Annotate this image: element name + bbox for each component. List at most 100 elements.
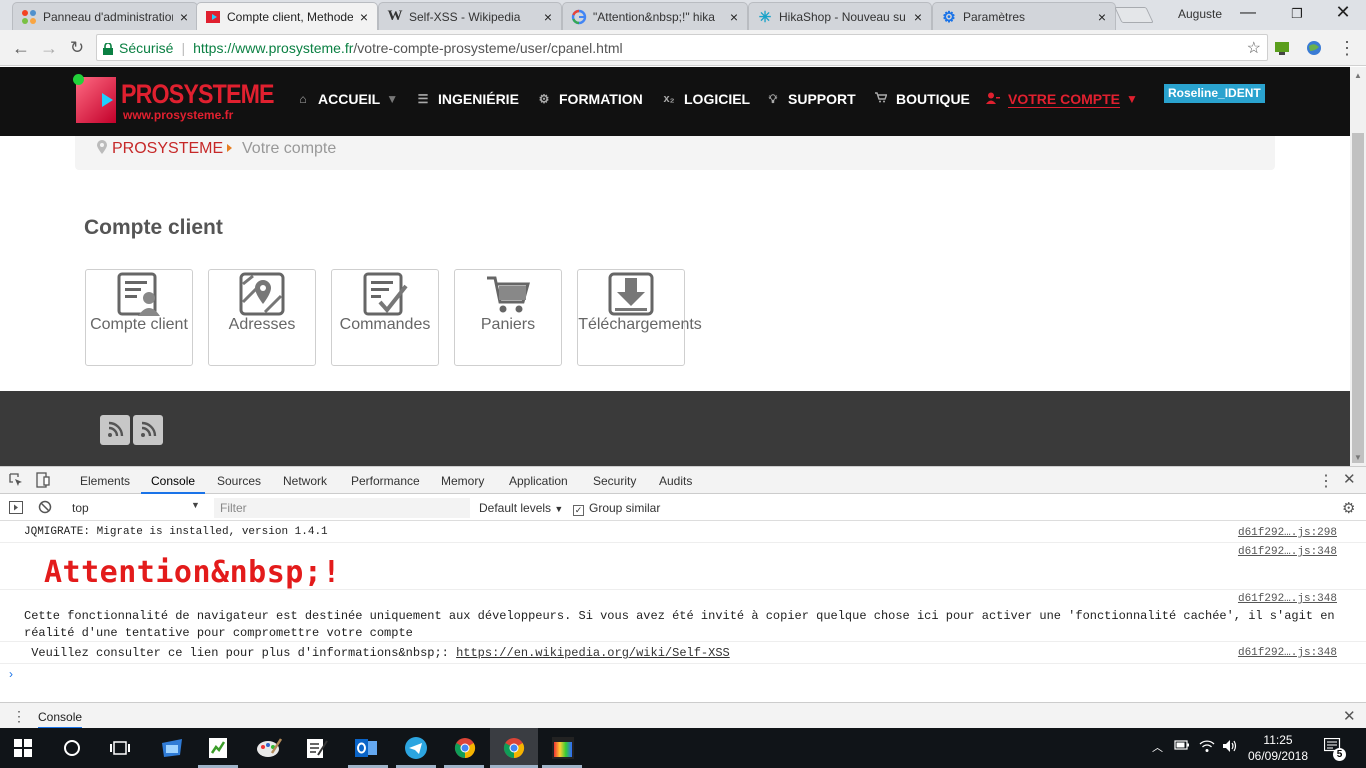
- close-tab-icon[interactable]: ×: [541, 9, 555, 25]
- customer-account-icon: [116, 272, 162, 316]
- console-settings-gear-icon[interactable]: ⚙: [1342, 499, 1355, 517]
- device-toolbar-icon[interactable]: [36, 472, 50, 491]
- console-source-link[interactable]: d61f292….js:348: [1238, 647, 1337, 659]
- close-tab-icon[interactable]: ×: [177, 9, 191, 25]
- tile-telechargements[interactable]: Téléchargements: [577, 269, 702, 366]
- new-tab-button[interactable]: [1114, 7, 1154, 23]
- drawer-menu-icon[interactable]: ⋮: [12, 708, 26, 725]
- devtools-tab-audits[interactable]: Audits: [659, 474, 692, 488]
- tile-commandes[interactable]: Commandes: [331, 269, 439, 366]
- profile-name[interactable]: Auguste: [1178, 7, 1222, 21]
- rss-icon[interactable]: [133, 415, 163, 445]
- console-filter-input[interactable]: Filter: [214, 498, 470, 518]
- browser-tab[interactable]: W Self-XSS - Wikipedia ×: [378, 2, 562, 30]
- windows-taskbar: ︿ 11:25 06/09/2018 5: [0, 728, 1366, 768]
- scrollbar-thumb[interactable]: [1352, 133, 1364, 463]
- volume-icon[interactable]: [1222, 739, 1238, 756]
- notepad-plus-icon[interactable]: [206, 737, 230, 759]
- devtools-tab-elements[interactable]: Elements: [80, 474, 130, 488]
- chrome-icon[interactable]: [454, 737, 478, 759]
- reload-icon[interactable]: ↻: [66, 37, 88, 59]
- close-tab-icon[interactable]: ×: [1095, 9, 1109, 25]
- extension-monitor-icon[interactable]: [1273, 39, 1291, 57]
- console-source-link[interactable]: d61f292….js:348: [1238, 546, 1337, 558]
- studio-app-icon[interactable]: [552, 737, 576, 759]
- site-logo[interactable]: PROSYSTEME www.prosysteme.fr: [73, 74, 275, 125]
- devtools-close-icon[interactable]: ✕: [1343, 470, 1356, 488]
- secure-label: Sécurisé: [119, 39, 174, 56]
- devtools-menu-icon[interactable]: ⋮: [1318, 471, 1334, 491]
- tile-compte-client[interactable]: Compte client: [85, 269, 193, 366]
- breadcrumb-home-link[interactable]: PROSYSTEME: [112, 140, 223, 158]
- browser-tab-title: Paramètres: [963, 9, 1026, 24]
- devtools-tab-performance[interactable]: Performance: [351, 474, 420, 488]
- user-badge[interactable]: Roseline_IDENT: [1164, 84, 1265, 103]
- forward-icon[interactable]: →: [38, 37, 60, 59]
- close-window-icon[interactable]: ✕: [1333, 2, 1353, 22]
- drawer-tab-console[interactable]: Console: [38, 710, 83, 729]
- outlook-icon[interactable]: [354, 737, 378, 759]
- context-dropdown-icon[interactable]: ▼: [191, 500, 200, 510]
- telegram-icon[interactable]: [404, 737, 428, 759]
- page-scrollbar[interactable]: ▲ ▼: [1350, 67, 1366, 466]
- browser-tab[interactable]: Compte client, Methode ×: [196, 2, 378, 30]
- back-icon[interactable]: ←: [10, 37, 32, 59]
- windows-start-icon[interactable]: [14, 739, 38, 761]
- system-clock[interactable]: 11:25 06/09/2018: [1246, 732, 1310, 764]
- tray-chevron-up-icon[interactable]: ︿: [1152, 739, 1163, 755]
- browser-tab[interactable]: ✳ HikaShop - Nouveau su ×: [748, 2, 932, 30]
- group-similar-checkbox[interactable]: ✓: [573, 505, 584, 516]
- scroll-up-icon[interactable]: ▲: [1354, 71, 1362, 80]
- chrome-active-icon[interactable]: [503, 737, 527, 759]
- browser-tab[interactable]: ⚙ Paramètres ×: [932, 2, 1116, 30]
- console-link[interactable]: https://en.wikipedia.org/wiki/Self-XSS: [456, 646, 730, 660]
- group-similar-toggle[interactable]: ✓ Group similar: [573, 501, 660, 516]
- tile-paniers[interactable]: Paniers: [454, 269, 562, 366]
- bookmark-star-icon[interactable]: ☆: [1247, 38, 1261, 58]
- browser-menu-icon[interactable]: ⋮: [1336, 37, 1358, 59]
- rss-icon[interactable]: [100, 415, 130, 445]
- close-tab-icon[interactable]: ×: [727, 9, 741, 25]
- close-tab-icon[interactable]: ×: [911, 9, 925, 25]
- devtools-tab-security[interactable]: Security: [593, 474, 636, 488]
- restore-icon[interactable]: ❐: [1287, 6, 1307, 26]
- devtools-tab-memory[interactable]: Memory: [441, 474, 484, 488]
- devtools-tab-application[interactable]: Application: [509, 474, 568, 488]
- context-selector[interactable]: top: [72, 501, 89, 515]
- levels-dropdown-icon: ▼: [554, 504, 564, 514]
- browser-tab[interactable]: "Attention&nbsp;!" hika ×: [562, 2, 748, 30]
- devtools-tab-console[interactable]: Console: [140, 474, 206, 494]
- menu-item-logiciel[interactable]: x₂ LOGICIEL: [662, 89, 750, 109]
- address-bar[interactable]: Sécurisé | https://www.prosysteme.fr/vot…: [96, 34, 1268, 61]
- clear-console-icon[interactable]: [38, 500, 52, 517]
- menu-item-ingenierie[interactable]: ☰ INGENIÉRIE: [416, 89, 519, 109]
- console-source-link[interactable]: d61f292….js:298: [1238, 527, 1337, 539]
- task-view-icon[interactable]: [110, 739, 134, 761]
- menu-item-boutique[interactable]: BOUTIQUE: [874, 89, 970, 109]
- battery-icon[interactable]: [1174, 739, 1190, 754]
- editor-icon[interactable]: [304, 737, 328, 759]
- scroll-down-icon[interactable]: ▼: [1354, 453, 1362, 462]
- tile-adresses[interactable]: Adresses: [208, 269, 316, 366]
- menu-item-support[interactable]: 💡︎ SUPPORT: [766, 89, 856, 109]
- close-tab-icon[interactable]: ×: [357, 9, 371, 25]
- console-source-link[interactable]: d61f292….js:348: [1238, 593, 1337, 605]
- devtools-tab-sources[interactable]: Sources: [217, 474, 261, 488]
- file-explorer-icon[interactable]: [160, 737, 184, 759]
- console-prompt-icon[interactable]: ›: [9, 667, 13, 681]
- cortana-search-icon[interactable]: [62, 738, 86, 760]
- paint-icon[interactable]: [256, 737, 283, 759]
- devtools-tab-network[interactable]: Network: [283, 474, 327, 488]
- wifi-icon[interactable]: [1199, 739, 1215, 756]
- menu-item-votre-compte[interactable]: VOTRE COMPTE ▼: [986, 89, 1138, 109]
- menu-item-formation[interactable]: ⚙ FORMATION: [537, 89, 643, 109]
- orders-checklist-icon: [362, 272, 408, 316]
- extension-globe-icon[interactable]: [1305, 39, 1323, 57]
- browser-tab[interactable]: Panneau d'administration ×: [12, 2, 198, 30]
- minimize-icon[interactable]: —: [1238, 4, 1258, 24]
- menu-item-accueil[interactable]: ⌂ ACCUEIL ▼: [296, 89, 398, 109]
- log-levels-dropdown[interactable]: Default levels ▼: [479, 501, 563, 515]
- show-sidebar-icon[interactable]: [9, 501, 23, 517]
- drawer-close-icon[interactable]: ✕: [1343, 707, 1356, 725]
- inspect-element-icon[interactable]: [9, 473, 23, 490]
